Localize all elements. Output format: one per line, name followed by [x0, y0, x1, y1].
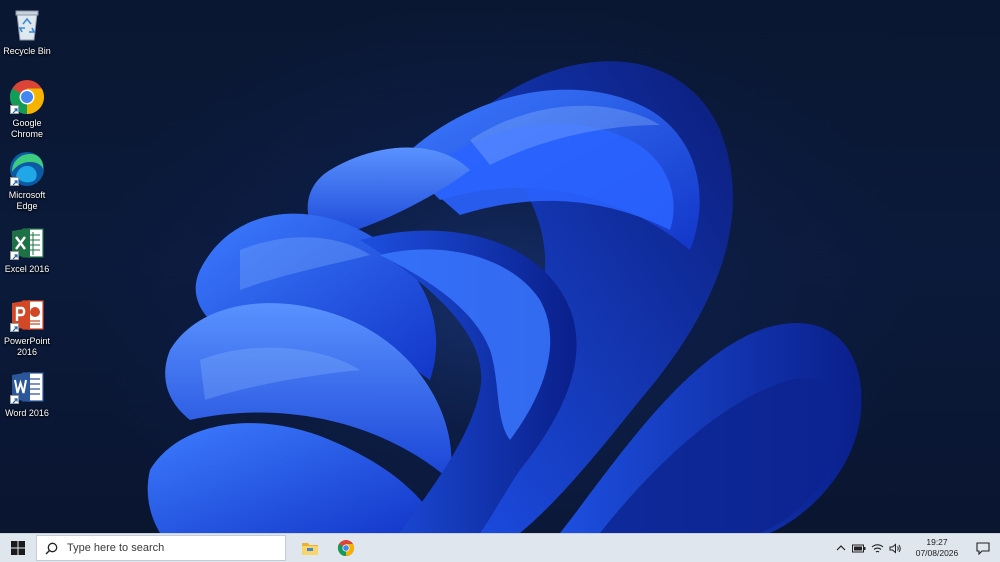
windows-logo-icon — [11, 541, 25, 555]
chrome-icon — [337, 539, 355, 557]
shortcut-arrow-icon — [10, 105, 19, 114]
battery-icon — [852, 544, 866, 552]
taskbar-app-file-explorer[interactable] — [292, 534, 328, 562]
system-tray: 19:27 07/08/2026 — [832, 534, 1000, 562]
network-button[interactable] — [868, 534, 886, 562]
desktop-icon-label: Word 2016 — [5, 408, 49, 418]
clock-time: 19:27 — [926, 537, 948, 547]
shortcut-arrow-icon — [10, 177, 19, 186]
shortcut-arrow-icon — [10, 323, 19, 332]
desktop-icon-excel-2016[interactable]: Excel 2016 — [0, 224, 54, 275]
edge-icon — [8, 150, 46, 188]
chrome-icon — [8, 78, 46, 116]
volume-button[interactable] — [886, 534, 904, 562]
shortcut-arrow-icon — [10, 251, 19, 260]
desktop-icon-label: Excel 2016 — [4, 264, 50, 274]
desktop-icon-label: Microsoft Edge — [8, 190, 46, 211]
desktop-icon-google-chrome[interactable]: Google Chrome — [0, 78, 54, 140]
clock-date: 07/08/2026 — [915, 548, 959, 558]
taskbar-clock[interactable]: 19:27 07/08/2026 — [908, 537, 966, 559]
desktop-icon-powerpoint-2016[interactable]: PowerPoint 2016 — [0, 296, 54, 358]
desktop-icon-word-2016[interactable]: Word 2016 — [0, 368, 54, 419]
action-center-button[interactable] — [966, 534, 1000, 562]
notification-icon — [976, 541, 990, 555]
wallpaper-bloom — [147, 61, 862, 533]
excel-icon — [8, 224, 46, 262]
speaker-icon — [889, 542, 901, 554]
desktop-icon-microsoft-edge[interactable]: Microsoft Edge — [0, 150, 54, 212]
battery-button[interactable] — [850, 534, 868, 562]
start-button[interactable] — [0, 534, 36, 562]
wifi-icon — [871, 543, 883, 552]
powerpoint-icon — [8, 296, 46, 334]
word-icon — [8, 368, 46, 406]
search-icon — [45, 542, 58, 554]
taskbar-app-chrome[interactable] — [328, 534, 364, 562]
desktop-icon-label: Recycle Bin — [3, 46, 51, 56]
desktop: Recycle Bin Google Chrome Microsoft Edge… — [0, 0, 1000, 533]
desktop-icon-label: Google Chrome — [10, 118, 43, 139]
desktop-icon-label: PowerPoint 2016 — [3, 336, 51, 357]
chevron-up-icon — [836, 545, 846, 551]
recycle-bin-icon — [8, 6, 46, 44]
desktop-icon-recycle-bin[interactable]: Recycle Bin — [0, 6, 54, 57]
show-hidden-icons-button[interactable] — [832, 534, 850, 562]
search-placeholder: Type here to search — [67, 542, 165, 554]
taskbar: Type here to search 19:27 07/08/2026 — [0, 533, 1000, 562]
file-explorer-icon — [302, 543, 318, 555]
taskbar-search-box[interactable]: Type here to search — [36, 535, 286, 561]
shortcut-arrow-icon — [10, 395, 19, 404]
